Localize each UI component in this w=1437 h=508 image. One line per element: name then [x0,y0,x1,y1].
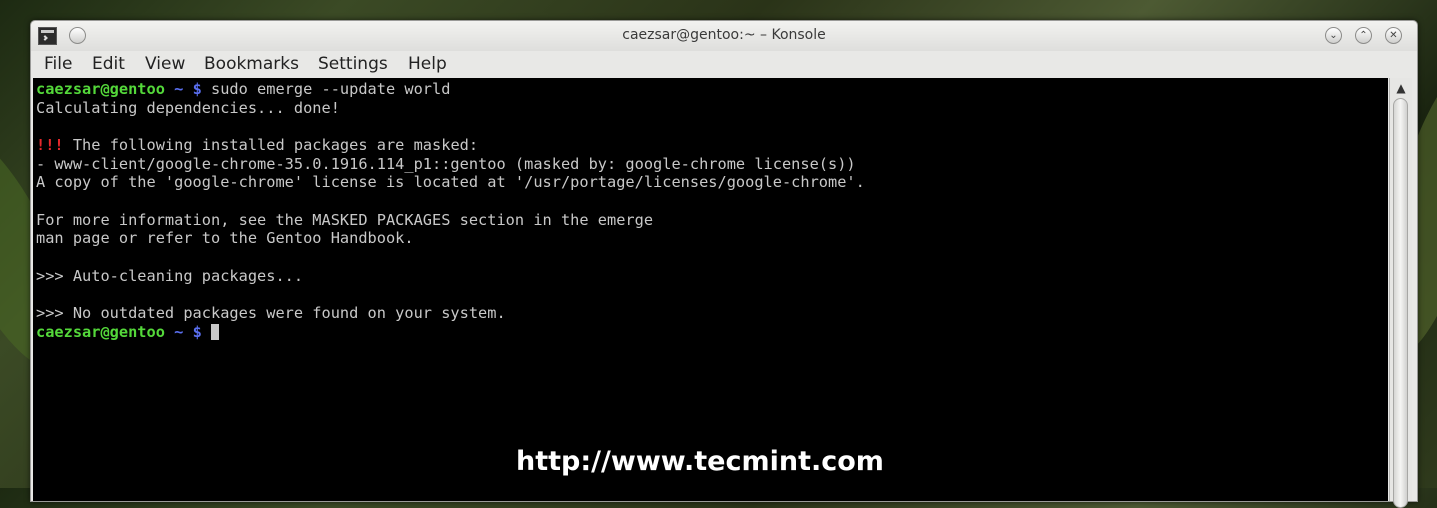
terminal-line: >>> No outdated packages were found on y… [36,304,506,322]
maximize-button[interactable]: ⌃ [1355,27,1372,44]
prompt-user: caezsar@gentoo [36,323,165,341]
terminal-line: For more information, see the MASKED PAC… [36,211,654,229]
terminal-line: - www-client/google-chrome-35.0.1916.114… [36,155,856,173]
close-button[interactable]: ✕ [1385,27,1402,44]
terminal-line: Calculating dependencies... done! [36,99,340,117]
menu-bookmarks[interactable]: Bookmarks [204,54,299,74]
menu-edit[interactable]: Edit [92,54,125,74]
window-title: caezsar@gentoo:~ – Konsole [622,27,826,43]
warning-marker: !!! [36,136,64,154]
menu-settings[interactable]: Settings [318,54,388,74]
prompt-symbol: ~ $ [164,80,202,98]
text-cursor [211,324,219,340]
menu-file[interactable]: File [44,54,72,74]
active-prompt-line: caezsar@gentoo ~ $ [36,323,219,342]
terminal-output[interactable]: caezsar@gentoo ~ $ sudo emerge --update … [33,78,1388,501]
terminal-line: A copy of the 'google-chrome' license is… [36,173,865,191]
terminal-line: >>> Auto-cleaning packages... [36,267,304,285]
title-bar[interactable]: caezsar@gentoo:~ – Konsole ⌄ ⌃ ✕ [31,21,1417,51]
vertical-scrollbar[interactable]: ▲ [1389,78,1412,508]
terminal-line: man page or refer to the Gentoo Handbook… [36,229,414,247]
terminal-line: !!! The following installed packages are… [36,136,478,155]
warning-text: The following installed packages are mas… [63,136,479,154]
menu-bar: File Edit View Bookmarks Settings Help [31,51,1417,77]
menu-view[interactable]: View [145,54,185,74]
prompt-user: caezsar@gentoo [36,80,165,98]
scroll-thumb[interactable] [1393,98,1408,508]
scroll-up-arrow-icon[interactable]: ▲ [1393,81,1409,95]
minimize-button[interactable]: ⌄ [1325,27,1342,44]
konsole-window: caezsar@gentoo:~ – Konsole ⌄ ⌃ ✕ File Ed… [30,20,1418,508]
watermark-text: http://www.tecmint.com [516,446,884,477]
command-prompt-line: caezsar@gentoo ~ $ sudo emerge --update … [36,80,450,99]
menu-help[interactable]: Help [408,54,447,74]
prompt-symbol: ~ $ [164,323,202,341]
command-text: sudo emerge --update world [201,80,451,98]
